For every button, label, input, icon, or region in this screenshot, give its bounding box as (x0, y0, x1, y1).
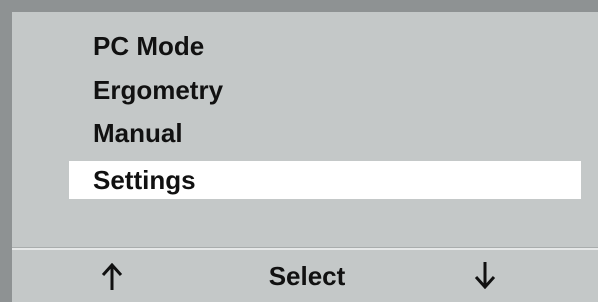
device-display: PC Mode Ergometry Manual Settings Select (6, 6, 598, 302)
menu-item-label: Ergometry (93, 75, 224, 105)
arrow-down-icon (474, 261, 496, 289)
select-label: Select (268, 261, 346, 291)
select-button[interactable]: Select (252, 256, 362, 296)
menu-item-label: Manual (93, 118, 183, 148)
menu-item-label: PC Mode (93, 31, 205, 61)
menu-item-ergometry[interactable]: Ergometry (69, 71, 223, 109)
arrow-up-icon (101, 263, 123, 291)
menu-item-label: Settings (93, 165, 196, 195)
up-button[interactable] (92, 256, 132, 296)
down-button[interactable] (465, 256, 505, 296)
menu-item-pc-mode[interactable]: PC Mode (69, 27, 204, 65)
menu-item-settings[interactable]: Settings (69, 161, 581, 199)
softkey-divider (12, 247, 598, 250)
menu-item-manual[interactable]: Manual (69, 114, 183, 152)
